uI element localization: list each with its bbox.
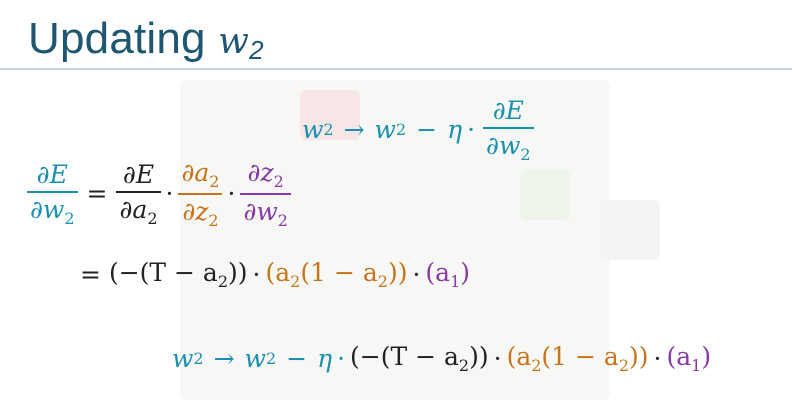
w-var: w bbox=[244, 344, 266, 373]
dot-symbol: · bbox=[252, 260, 261, 289]
num-var: ∂z bbox=[247, 158, 274, 187]
dot-symbol: · bbox=[493, 344, 502, 373]
w-sub: 2 bbox=[265, 349, 277, 368]
watermark-shape bbox=[520, 170, 570, 220]
w-sub: 2 bbox=[193, 349, 204, 368]
dot-symbol: · bbox=[165, 179, 174, 209]
term2-fraction: ∂a2 ∂z2 bbox=[178, 158, 223, 230]
den-var: ∂a bbox=[119, 194, 148, 224]
error-term: (−(T − a2)) bbox=[350, 342, 489, 375]
term-open: (a bbox=[506, 342, 532, 371]
chain-rule-equation: ∂E ∂w2 = ∂E ∂a2 · ∂a2 ∂z2 · ∂z2 ∂w2 bbox=[24, 158, 294, 230]
final-update-equation: w2 → w2 − η · (−(T − a2)) · (a2(1 − a2))… bbox=[172, 342, 711, 375]
fraction-denominator: ∂a2 bbox=[116, 193, 160, 228]
term-mid: (1 − a bbox=[300, 258, 378, 287]
fraction-denominator: ∂w2 bbox=[240, 195, 291, 230]
arrow-symbol: → bbox=[343, 115, 365, 145]
fraction-denominator: ∂w2 bbox=[27, 193, 78, 228]
term-open: (−(T − a bbox=[350, 342, 459, 371]
den-sub: 2 bbox=[520, 144, 531, 164]
lhs-fraction: ∂E ∂w2 bbox=[27, 160, 78, 228]
dot-symbol: · bbox=[412, 260, 421, 289]
term-close: )) bbox=[469, 342, 489, 371]
equals-symbol: = bbox=[80, 260, 101, 289]
title-sub: 2 bbox=[249, 35, 264, 65]
num-sub: 2 bbox=[273, 172, 284, 191]
expanded-equation: = (−(T − a2)) · (a2(1 − a2)) · (a1) bbox=[80, 258, 470, 291]
title-divider bbox=[0, 68, 792, 70]
fraction-numerator: ∂E bbox=[122, 160, 155, 189]
w-sub: 2 bbox=[395, 120, 407, 140]
dot-symbol: · bbox=[337, 344, 346, 373]
page-title: Updating w2 bbox=[28, 14, 264, 66]
w-var: w bbox=[172, 344, 194, 373]
den-var: ∂z bbox=[182, 196, 209, 226]
minus-symbol: − bbox=[286, 344, 308, 373]
input-term: (a1) bbox=[666, 342, 711, 375]
term-open: (a bbox=[265, 258, 291, 287]
term-open: (−(T − a bbox=[108, 258, 218, 287]
term-sub: 2 bbox=[377, 272, 388, 291]
gradient-fraction: ∂E ∂w2 bbox=[483, 96, 534, 164]
fraction-denominator: ∂z2 bbox=[179, 195, 221, 230]
den-sub: 2 bbox=[147, 208, 158, 228]
term-close: )) bbox=[387, 258, 408, 287]
den-sub: 2 bbox=[277, 210, 288, 230]
eta-symbol: η bbox=[317, 344, 333, 373]
den-sub: 2 bbox=[208, 210, 219, 230]
term-sub: 2 bbox=[531, 356, 542, 375]
den-sub: 2 bbox=[64, 208, 75, 228]
num-sub: 2 bbox=[209, 172, 220, 191]
error-term: (−(T − a2)) bbox=[109, 258, 248, 291]
watermark-shape bbox=[600, 200, 660, 260]
title-var: w bbox=[218, 21, 250, 62]
minus-symbol: − bbox=[416, 115, 438, 145]
dot-symbol: · bbox=[227, 179, 236, 209]
w-var: w bbox=[374, 115, 396, 145]
den-var: ∂w bbox=[486, 130, 521, 160]
fraction-numerator: ∂a2 bbox=[178, 158, 222, 193]
fraction-denominator: ∂w2 bbox=[483, 129, 534, 164]
dot-symbol: · bbox=[653, 344, 662, 373]
term-close: )) bbox=[228, 258, 248, 287]
term-close: ) bbox=[460, 258, 471, 287]
w-var: w bbox=[302, 115, 324, 145]
term-sub: 1 bbox=[450, 272, 461, 291]
term-sub: 2 bbox=[217, 272, 229, 291]
term1-fraction: ∂E ∂a2 bbox=[116, 160, 161, 228]
w-sub: 2 bbox=[323, 120, 334, 140]
term-sub: 2 bbox=[290, 272, 301, 291]
term-sub: 2 bbox=[618, 356, 630, 375]
activation-derivative-term: (a2(1 − a2)) bbox=[507, 342, 649, 375]
term-open: (a bbox=[425, 258, 451, 287]
term-sub: 1 bbox=[691, 356, 702, 375]
equals-symbol: = bbox=[86, 179, 108, 209]
title-text: Updating bbox=[28, 14, 219, 63]
fraction-numerator: ∂E bbox=[36, 160, 68, 189]
arrow-symbol: → bbox=[213, 344, 235, 373]
den-var: ∂w bbox=[243, 196, 278, 226]
dot-symbol: · bbox=[467, 115, 476, 145]
term3-fraction: ∂z2 ∂w2 bbox=[240, 158, 291, 230]
term-close: ) bbox=[701, 342, 712, 371]
num-var: ∂a bbox=[181, 158, 210, 187]
fraction-numerator: ∂z2 bbox=[245, 158, 287, 193]
den-var: ∂w bbox=[30, 194, 65, 224]
input-term: (a1) bbox=[425, 258, 470, 291]
term-sub: 2 bbox=[458, 356, 470, 375]
eta-symbol: η bbox=[447, 115, 463, 145]
term-close: )) bbox=[629, 342, 649, 371]
term-open: (a bbox=[666, 342, 692, 371]
fraction-numerator: ∂E bbox=[492, 96, 524, 125]
activation-derivative-term: (a2(1 − a2)) bbox=[265, 258, 407, 291]
update-rule-equation: w2 → w2 − η · ∂E ∂w2 bbox=[302, 96, 537, 164]
term-mid: (1 − a bbox=[541, 342, 619, 371]
